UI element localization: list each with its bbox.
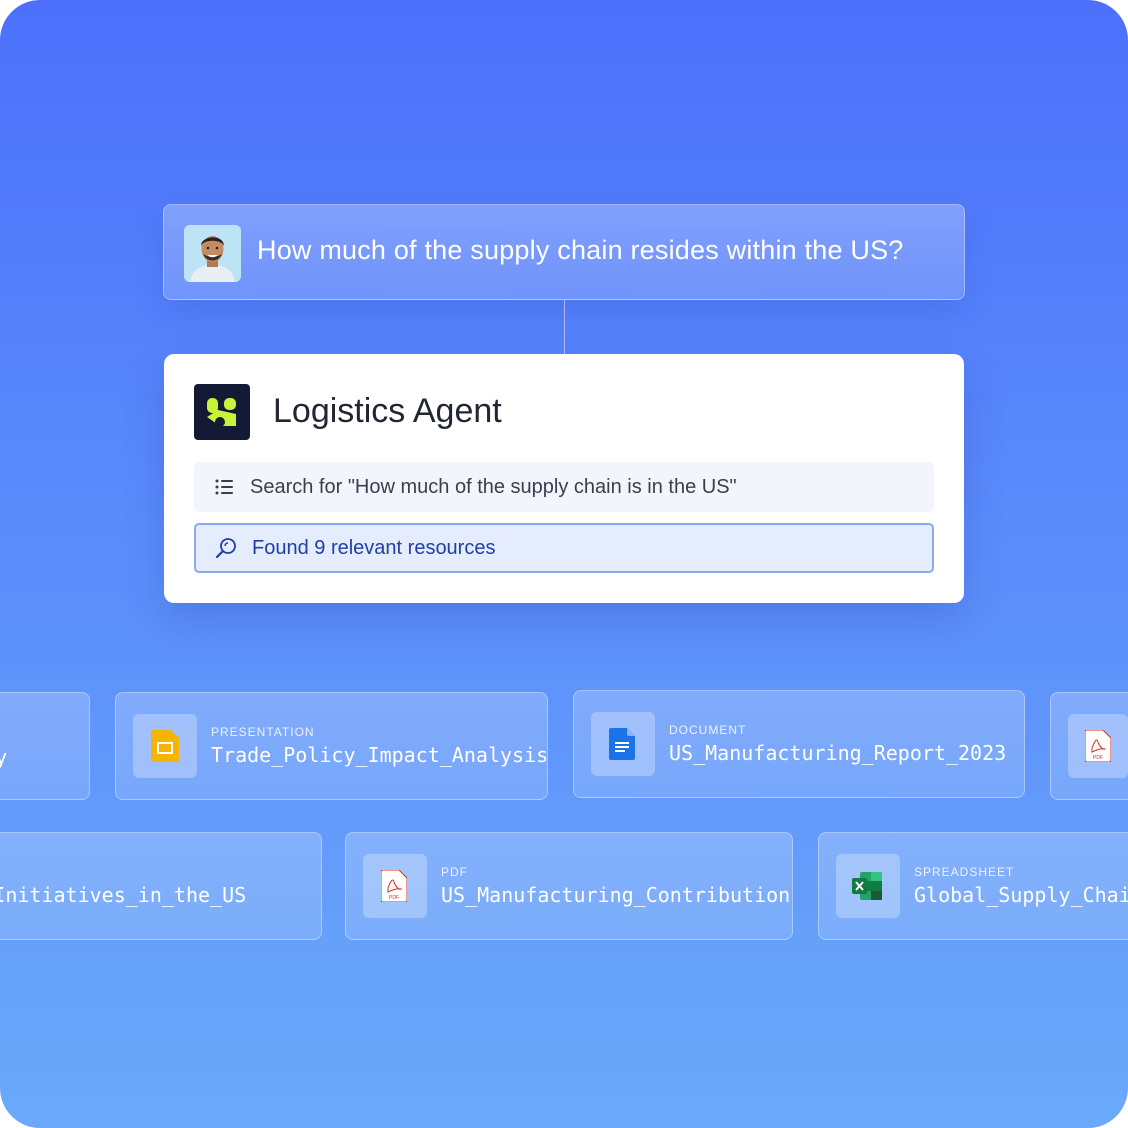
resource-name: US_Manufacturing_Report_2023 — [669, 741, 1007, 765]
resource-name: US_Manufacturing_Contribution — [441, 883, 791, 907]
agent-card: Logistics Agent Search for "How much of … — [164, 354, 964, 603]
list-icon — [215, 479, 233, 495]
resource-card[interactable]: SPREADSHEET Global_Supply_Chain_ — [818, 832, 1128, 940]
pdf-icon-label: PDF — [389, 895, 399, 901]
resource-card[interactable]: PRESENTATION Trade_Policy_Impact_Analysi… — [115, 692, 548, 800]
resource-name: ustry — [0, 745, 7, 769]
resource-card[interactable]: DOCUMENT US_Manufacturing_Report_2023 — [573, 690, 1025, 798]
user-query-bar[interactable]: How much of the supply chain resides wit… — [163, 204, 965, 300]
resource-type: DOCUMENT — [669, 723, 747, 737]
found-step-text: Found 9 relevant resources — [252, 537, 496, 559]
resource-name: Trade_Policy_Impact_Analysis — [211, 743, 548, 767]
pdf-icon: PDF — [1068, 714, 1128, 778]
resource-type: SPREADSHEET — [914, 865, 1015, 879]
pdf-icon-label: PDF — [1093, 755, 1103, 761]
resource-type: PRESENTATION — [211, 725, 315, 739]
resource-card[interactable]: PDF PDF US_Manufacturing_Contribution — [345, 832, 793, 940]
excel-icon — [836, 854, 900, 918]
canvas-background: How much of the supply chain resides wit… — [0, 0, 1128, 1128]
search-icon — [215, 538, 236, 559]
resource-type: PDF — [441, 865, 468, 879]
resource-card[interactable]: PDF — [1050, 692, 1128, 800]
found-resources-step[interactable]: Found 9 relevant resources — [194, 523, 934, 573]
search-step-text: Search for "How much of the supply chain… — [250, 476, 737, 498]
resource-card[interactable]: ustry — [0, 692, 90, 800]
agent-title: Logistics Agent — [273, 392, 502, 430]
pdf-icon: PDF — [363, 854, 427, 918]
avatar — [184, 225, 241, 282]
agent-logo-icon — [194, 384, 250, 440]
search-step[interactable]: Search for "How much of the supply chain… — [194, 462, 934, 512]
docs-icon — [591, 712, 655, 776]
resource-name: horing_Initiatives_in_the_US — [0, 883, 247, 907]
resource-name: Global_Supply_Chain_ — [914, 883, 1128, 907]
query-text: How much of the supply chain resides wit… — [257, 235, 904, 265]
slides-icon — [133, 714, 197, 778]
connector-line — [564, 300, 565, 354]
resource-card[interactable]: ENTATION horing_Initiatives_in_the_US — [0, 832, 322, 940]
